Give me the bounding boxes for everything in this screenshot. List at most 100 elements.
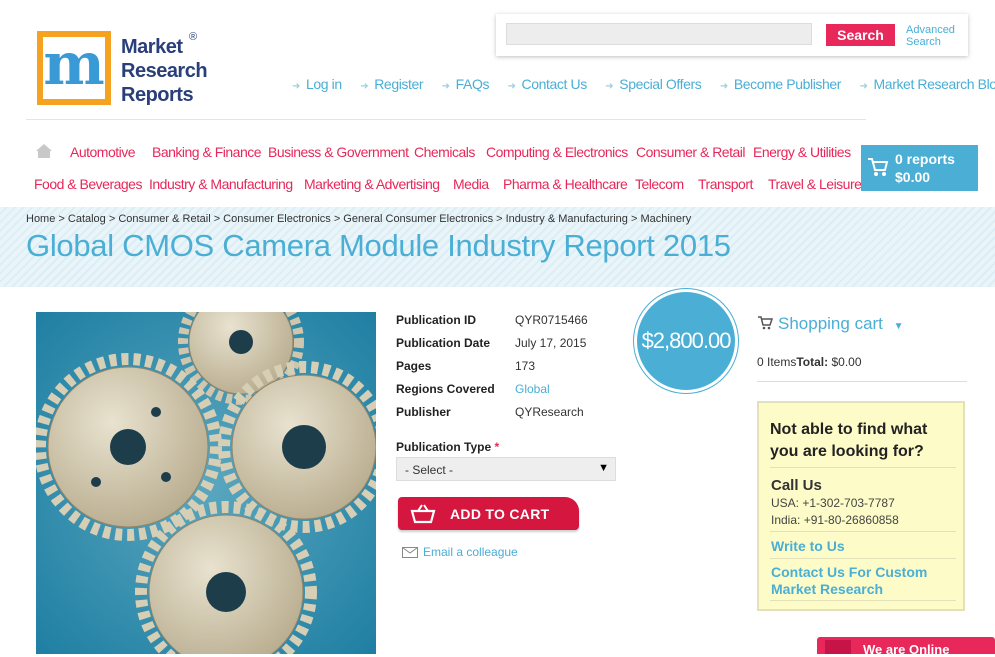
- envelope-icon: [402, 547, 418, 559]
- required-marker: *: [494, 440, 500, 454]
- chevron-down-icon: ▼: [893, 321, 904, 332]
- category-banking-finance[interactable]: Banking & Finance: [152, 144, 262, 160]
- category-telecom[interactable]: Telecom: [635, 176, 684, 192]
- arrow-icon: ➜: [507, 81, 516, 92]
- page-title: Global CMOS Camera Module Industry Repor…: [26, 228, 731, 263]
- header-cart-amount: $0.00: [895, 169, 931, 185]
- arrow-icon: ➜: [859, 81, 868, 92]
- email-colleague-label: Email a colleague: [423, 545, 518, 559]
- dropdown-arrow-icon: ▼: [598, 462, 609, 474]
- header-divider: [26, 119, 866, 120]
- cart-icon: [868, 158, 889, 176]
- product-image: [36, 312, 376, 654]
- site-logo[interactable]: m Market Research Reports ®: [37, 31, 217, 111]
- category-energy-utilities[interactable]: Energy & Utilities: [753, 144, 851, 160]
- email-colleague-link[interactable]: Email a colleague: [402, 545, 518, 559]
- become-publisher-link[interactable]: Become Publisher: [734, 76, 842, 92]
- special-offers-link[interactable]: Special Offers: [619, 76, 701, 92]
- help-box: Not able to find what you are looking fo…: [757, 401, 965, 611]
- category-industry-manufacturing[interactable]: Industry & Manufacturing: [149, 176, 293, 192]
- price-value: $2,800.00: [641, 328, 732, 353]
- category-computing-electronics[interactable]: Computing & Electronics: [486, 144, 628, 160]
- phone-usa: USA: +1-302-703-7787: [771, 496, 895, 510]
- category-automotive[interactable]: Automotive: [70, 144, 136, 160]
- search-panel: Search Advanced Search: [496, 14, 968, 56]
- chat-icon: [825, 640, 851, 654]
- header-cart-summary: 0 reports $0.00: [895, 150, 955, 186]
- category-nav-row-2: Food & Beverages Industry & Manufacturin…: [0, 176, 995, 194]
- shopping-cart-toggle[interactable]: Shopping cart ▼: [757, 314, 904, 334]
- category-consumer-retail[interactable]: Consumer & Retail: [636, 144, 746, 160]
- arrow-icon: ➜: [605, 81, 614, 92]
- help-divider: [770, 531, 956, 532]
- publication-date-label: Publication Date: [396, 336, 491, 350]
- live-chat-label: We are Online: [863, 642, 950, 657]
- price-badge: $2,800.00: [637, 292, 735, 390]
- category-pharma-healthcare[interactable]: Pharma & Healthcare: [503, 176, 628, 192]
- shopping-cart-summary: 0 ItemsTotal: $0.00: [757, 355, 862, 369]
- call-us-heading: Call Us: [771, 477, 822, 494]
- search-input[interactable]: [506, 23, 812, 45]
- publication-id-value: QYR0715466: [515, 313, 588, 327]
- live-chat-tab[interactable]: We are Online: [817, 637, 995, 657]
- logo-letter: m: [43, 30, 105, 99]
- pages-label: Pages: [396, 359, 432, 373]
- search-button[interactable]: Search: [826, 24, 895, 46]
- logo-mark: m: [37, 31, 111, 105]
- shopping-cart-title: Shopping cart: [778, 314, 883, 333]
- advanced-search-line-1: Advanced: [906, 24, 955, 36]
- faqs-link[interactable]: FAQs: [456, 76, 490, 92]
- category-chemicals[interactable]: Chemicals: [414, 144, 475, 160]
- register-link[interactable]: Register: [374, 76, 423, 92]
- category-travel-leisure[interactable]: Travel & Leisure: [768, 176, 862, 192]
- top-links: ➜ Log in ➜ Register ➜ FAQs ➜ Contact Us ➜ Spe…: [292, 76, 995, 92]
- help-divider: [770, 558, 956, 559]
- help-divider: [770, 467, 956, 468]
- publication-id-label: Publication ID: [396, 313, 477, 327]
- breadcrumb[interactable]: Home > Catalog > Consumer & Retail > Con…: [26, 213, 691, 225]
- help-question-line-1: Not able to find what: [770, 421, 928, 438]
- logo-line-3: Reports: [121, 84, 194, 106]
- sidebar-divider: [757, 381, 967, 382]
- arrow-icon: ➜: [441, 81, 450, 92]
- advanced-search-line-2: Search: [906, 36, 941, 48]
- regions-label: Regions Covered: [396, 382, 495, 396]
- publication-type-label: Publication Type *: [396, 440, 499, 454]
- cart-total-value: $0.00: [828, 355, 862, 369]
- custom-research-line-1: Contact Us For Custom: [771, 564, 928, 580]
- add-to-cart-label: ADD TO CART: [450, 506, 550, 522]
- regions-value-link[interactable]: Global: [515, 382, 550, 396]
- header-cart-button[interactable]: 0 reports $0.00: [861, 145, 978, 191]
- publication-date-value: July 17, 2015: [515, 336, 587, 350]
- cart-items-count: 0 Items: [757, 355, 797, 369]
- category-media[interactable]: Media: [453, 176, 489, 192]
- logo-line-2: Research: [121, 60, 208, 82]
- category-transport[interactable]: Transport: [698, 176, 753, 192]
- cart-icon: [758, 316, 774, 330]
- arrow-icon: ➜: [719, 81, 728, 92]
- category-food-beverages[interactable]: Food & Beverages: [34, 176, 142, 192]
- help-divider: [770, 600, 956, 601]
- login-link[interactable]: Log in: [306, 76, 342, 92]
- publication-type-select[interactable]: - Select - ▼: [396, 457, 616, 481]
- arrow-icon: ➜: [292, 81, 300, 92]
- publication-type-selected: - Select -: [405, 463, 454, 477]
- category-nav-row-1: Automotive Banking & Finance Business & …: [0, 144, 995, 162]
- publisher-label: Publisher: [396, 405, 451, 419]
- header-cart-count: 0 reports: [895, 151, 955, 167]
- custom-research-link[interactable]: Contact Us For Custom Market Research: [771, 564, 927, 598]
- contact-us-link[interactable]: Contact Us: [522, 76, 588, 92]
- blog-link[interactable]: Market Research Blog: [874, 76, 995, 92]
- help-question: Not able to find what you are looking fo…: [770, 419, 927, 463]
- product-details: Publication ID QYR0715466 Publication Da…: [396, 312, 616, 427]
- pages-value: 173: [515, 359, 536, 373]
- cart-total-label: Total:: [796, 355, 829, 369]
- add-to-cart-button[interactable]: ADD TO CART: [398, 497, 579, 530]
- registered-mark: ®: [189, 31, 198, 43]
- help-question-line-2: you are looking for?: [770, 443, 924, 460]
- publisher-value: QYResearch: [515, 405, 584, 419]
- category-marketing-advertising[interactable]: Marketing & Advertising: [304, 176, 440, 192]
- write-to-us-link[interactable]: Write to Us: [771, 538, 845, 555]
- advanced-search-link[interactable]: Advanced Search: [906, 24, 955, 48]
- category-business-government[interactable]: Business & Government: [268, 144, 409, 160]
